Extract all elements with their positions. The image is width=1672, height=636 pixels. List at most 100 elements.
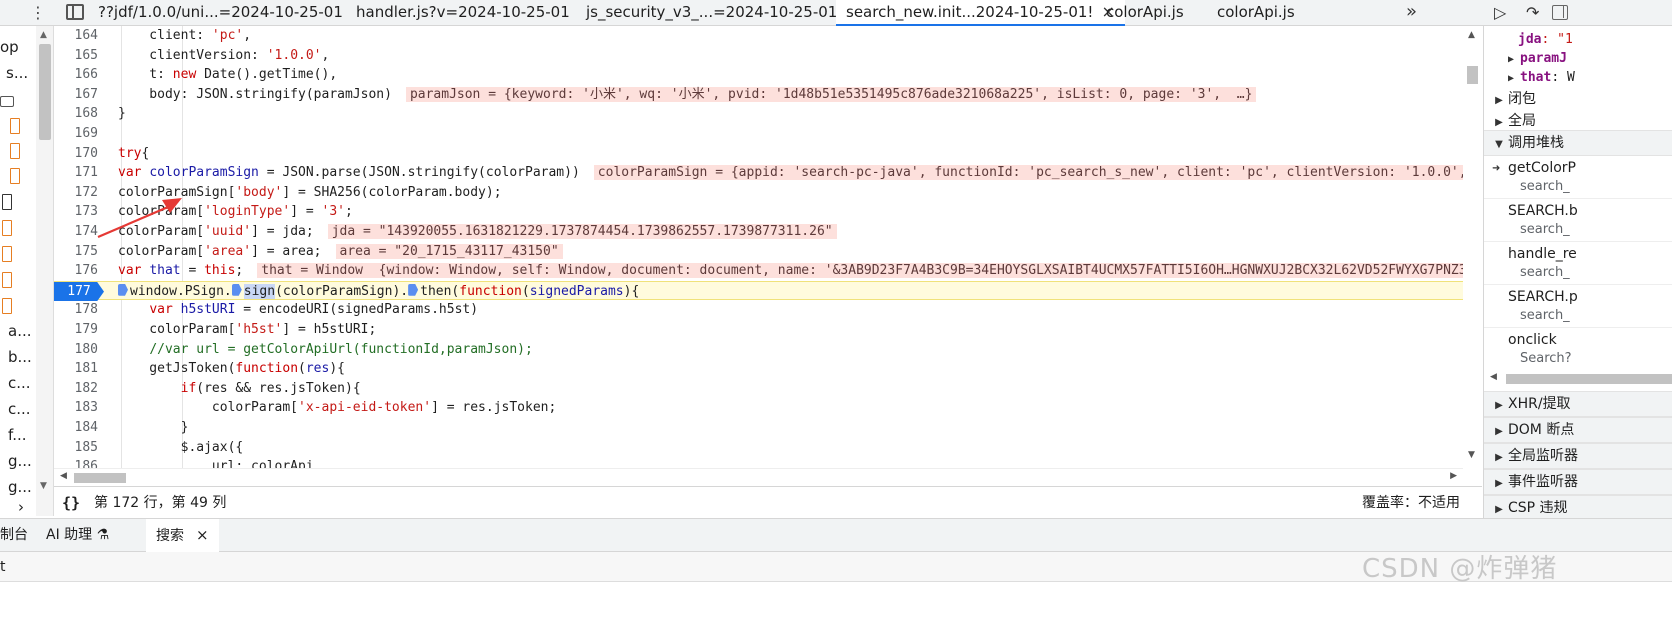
line-number[interactable]: 164 xyxy=(54,26,98,46)
global-listeners-section[interactable]: ▶ 全局监听器 xyxy=(1484,443,1672,469)
xhr-breakpoints-section[interactable]: ▶ XHR/提取 xyxy=(1484,391,1672,417)
code-line[interactable]: 173 colorParam['loginType'] = '3'; xyxy=(54,202,1480,222)
line-number[interactable]: 168 xyxy=(54,104,98,124)
line-number[interactable]: 172 xyxy=(54,183,98,203)
code-line[interactable]: 172 colorParamSign['body'] = SHA256(color… xyxy=(54,183,1480,203)
scrollbar-thumb[interactable] xyxy=(74,473,126,483)
close-icon[interactable]: × xyxy=(196,526,209,544)
code-line[interactable]: 176 var that = this; that = Window {window… xyxy=(54,261,1480,281)
tab-js-security[interactable]: js_security_v3_...=2024-10-25-01 xyxy=(586,0,837,26)
scrollbar-thumb[interactable] xyxy=(1467,66,1478,84)
tab-ai-assistant[interactable]: AI 助理 ⚗ xyxy=(46,519,109,551)
line-number[interactable]: 186 xyxy=(54,457,98,468)
tree-item[interactable] xyxy=(0,296,36,320)
tree-item[interactable]: f... xyxy=(8,426,36,450)
expand-triangle-icon[interactable]: ▶ xyxy=(1490,420,1508,442)
line-number[interactable]: 185 xyxy=(54,438,98,458)
code-line[interactable]: 184 } xyxy=(54,418,1480,438)
tree-item[interactable] xyxy=(0,192,36,216)
tree-item[interactable]: op xyxy=(0,38,36,62)
tree-item[interactable]: c... xyxy=(8,374,36,398)
code-line[interactable]: 165 clientVersion: '1.0.0', xyxy=(54,46,1480,66)
line-number[interactable]: 174 xyxy=(54,222,98,242)
tree-item[interactable]: s... xyxy=(6,64,36,88)
collapse-triangle-icon[interactable]: ▼ xyxy=(1490,133,1508,155)
line-number[interactable]: 184 xyxy=(54,418,98,438)
tree-item[interactable] xyxy=(0,218,36,242)
code-line[interactable]: 181 getJsToken(function(res){ xyxy=(54,359,1480,379)
toggle-debugger-sidebar-icon[interactable] xyxy=(1552,5,1568,20)
line-number[interactable]: 178 xyxy=(54,300,98,320)
code-line[interactable]: 171 var colorParamSign = JSON.parse(JSON.… xyxy=(54,163,1480,183)
code-editor[interactable]: 164 client: 'pc', 165 clientVersion: '1.0… xyxy=(54,26,1480,468)
expand-triangle-icon[interactable]: ▶ xyxy=(1490,117,1508,128)
event-listeners-section[interactable]: ▶ 事件监听器 xyxy=(1484,469,1672,495)
scrollbar-thumb[interactable] xyxy=(39,44,51,140)
code-line-current[interactable]: 177 window.PSign. sign(colorParamSign). the… xyxy=(54,280,1480,302)
scroll-down-icon[interactable]: ▼ xyxy=(1468,450,1475,460)
call-stack-header[interactable]: ▼ 调用堆栈 xyxy=(1484,130,1672,156)
tree-folder[interactable] xyxy=(0,92,36,116)
scroll-left-icon[interactable]: ◀ xyxy=(60,471,67,481)
tree-item[interactable]: b... xyxy=(8,348,36,372)
line-number[interactable]: 176 xyxy=(54,261,98,281)
pretty-print-button[interactable]: {} xyxy=(62,487,80,519)
call-frame[interactable]: onclick Search? xyxy=(1484,328,1672,371)
expand-triangle-icon[interactable]: ▶ xyxy=(1490,498,1508,518)
line-number[interactable]: 170 xyxy=(54,144,98,164)
scope-variable[interactable]: ▶ paramJ xyxy=(1502,51,1672,66)
code-line[interactable]: 168} xyxy=(54,104,1480,124)
call-frame[interactable]: SEARCH.p search_ xyxy=(1484,285,1672,328)
code-line[interactable]: 164 client: 'pc', xyxy=(54,26,1480,46)
call-frame[interactable]: handle_re search_ xyxy=(1484,242,1672,285)
breakpoint-marker[interactable]: 177 xyxy=(54,281,104,302)
tree-item[interactable] xyxy=(0,166,36,190)
scroll-up-icon[interactable]: ▲ xyxy=(40,30,47,40)
resume-icon[interactable]: ▷ xyxy=(1494,3,1506,22)
expand-triangle-icon[interactable]: ▶ xyxy=(1502,73,1520,84)
tab-handler-js[interactable]: handler.js?v=2024-10-25-01 xyxy=(356,0,570,26)
code-line[interactable]: 170 try{ xyxy=(54,144,1480,164)
line-number[interactable]: 183 xyxy=(54,398,98,418)
dom-breakpoints-section[interactable]: ▶ DOM 断点 xyxy=(1484,417,1672,443)
line-number[interactable]: 165 xyxy=(54,46,98,66)
tree-item[interactable]: g... xyxy=(8,452,36,476)
code-line[interactable]: 179 colorParam['h5st'] = h5stURI; xyxy=(54,320,1480,340)
scope-variable[interactable]: jda: "1 xyxy=(1518,32,1672,47)
expand-triangle-icon[interactable]: ▶ xyxy=(1502,54,1520,65)
scrollbar-thumb[interactable] xyxy=(1506,374,1672,384)
tree-item[interactable] xyxy=(0,244,36,268)
expand-triangle-icon[interactable]: ▶ xyxy=(1490,446,1508,468)
code-line[interactable]: 186 url: colorApi xyxy=(54,457,1480,468)
tree-collapse-icon[interactable]: › xyxy=(18,498,36,516)
code-line[interactable]: 166 t: new Date().getTime(), xyxy=(54,65,1480,85)
scroll-right-icon[interactable]: ▶ xyxy=(1450,471,1457,481)
line-number[interactable]: 171 xyxy=(54,163,98,183)
tree-item[interactable] xyxy=(0,270,36,294)
tree-item[interactable] xyxy=(0,116,36,140)
scroll-down-icon[interactable]: ▼ xyxy=(40,481,47,491)
code-line[interactable]: 183 colorParam['x-api-eid-token'] = res.… xyxy=(54,398,1480,418)
scope-variable[interactable]: ▶ that: W xyxy=(1502,70,1672,85)
tab-search[interactable]: 搜索 × xyxy=(146,519,219,552)
line-number[interactable]: 169 xyxy=(54,124,98,144)
more-options-icon[interactable]: ⋮ xyxy=(30,3,46,23)
scroll-left-icon[interactable]: ◀ xyxy=(1490,372,1497,382)
line-number[interactable]: 179 xyxy=(54,320,98,340)
line-number[interactable]: 166 xyxy=(54,65,98,85)
tree-item[interactable]: a... xyxy=(8,322,36,346)
tab-search-new-init[interactable]: search_new.init...2024-10-25-01! × xyxy=(836,0,1125,26)
tree-item[interactable] xyxy=(0,141,36,165)
tab-colorapi-1[interactable]: colorApi.js xyxy=(1106,0,1184,26)
call-frame[interactable]: SEARCH.b search_ xyxy=(1484,199,1672,242)
expand-triangle-icon[interactable]: ▶ xyxy=(1490,394,1508,416)
csp-violations-section[interactable]: ▶ CSP 违规 xyxy=(1484,495,1672,518)
line-number[interactable]: 181 xyxy=(54,359,98,379)
call-stack-scrollbar[interactable]: ◀ xyxy=(1484,371,1672,387)
code-line[interactable]: 180 //var url = getColorApiUrl(functionI… xyxy=(54,340,1480,360)
scroll-up-icon[interactable]: ▲ xyxy=(1468,30,1475,40)
line-number[interactable]: 167 xyxy=(54,85,98,105)
tree-item[interactable]: c... xyxy=(8,400,36,424)
code-line[interactable]: 185 $.ajax({ xyxy=(54,438,1480,458)
line-number[interactable]: 175 xyxy=(54,242,98,262)
